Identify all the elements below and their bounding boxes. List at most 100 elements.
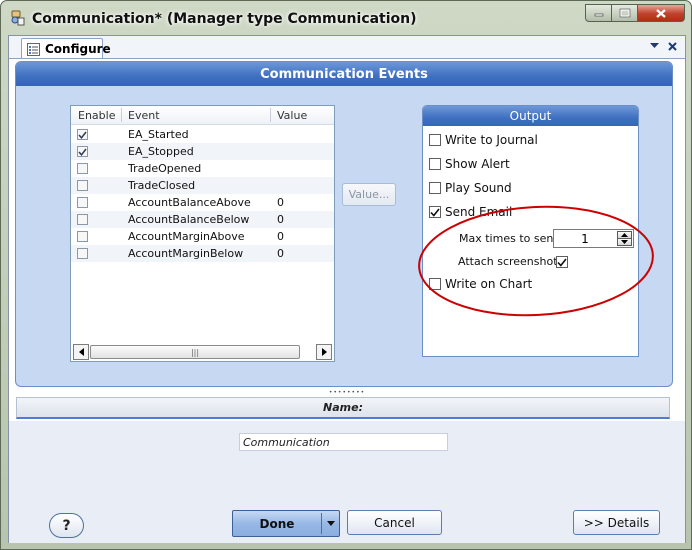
output-option-label: Send Email [445,205,513,219]
output-option-label: Write on Chart [445,277,533,291]
cancel-button[interactable]: Cancel [347,510,442,535]
output-option[interactable]: Play Sound [429,179,512,197]
output-option-label: Show Alert [445,157,510,171]
scroll-right-icon [321,348,327,356]
done-dropdown-arrow-icon[interactable] [322,511,340,536]
grid-header: Enable Event Value [71,106,334,125]
output-option-checkbox[interactable] [429,206,441,218]
output-panel-title: Output [423,106,638,126]
event-name: AccountBalanceBelow [128,213,250,226]
table-row[interactable]: TradeOpened [71,160,334,177]
column-header-enable[interactable]: Enable [78,109,115,122]
enable-checkbox[interactable] [77,197,88,208]
document-area: Communication Events Enable Event Value … [9,58,685,543]
scroll-grip: ||| [190,347,200,357]
scroll-left-button[interactable] [73,344,89,360]
arrow-up-icon [621,233,628,237]
splitter-grip[interactable]: •••••••• [9,389,685,395]
tab-strip: Configure [9,36,685,59]
enable-checkbox[interactable] [77,231,88,242]
app-icon [9,10,25,26]
output-panel: Output Write to Journal Show Alert Play So… [422,105,639,357]
table-row[interactable]: TradeClosed [71,177,334,194]
name-section-header: Name: [16,397,670,419]
window-title: Communication* (Manager type Communicati… [32,11,417,27]
checkmark-icon [557,258,567,267]
title-bar[interactable]: Communication* (Manager type Communicati… [1,1,691,35]
tab-label: Configure [45,42,111,56]
event-value[interactable]: 0 [277,213,284,226]
attach-screenshot-checkbox[interactable] [556,256,568,268]
max-times-spinner[interactable]: 1 [553,229,634,248]
event-value[interactable]: 0 [277,196,284,209]
attach-screenshot-label: Attach screenshot [458,255,558,268]
horizontal-scrollbar[interactable]: ||| [73,344,332,360]
client-area: Configure Communication Events Enable Ev… [8,35,686,543]
events-grid: Enable Event Value EA_Started EA_Stopped T… [70,105,335,362]
spin-down-button[interactable] [617,238,632,246]
table-row[interactable]: AccountBalanceAbove 0 [71,194,334,211]
done-button[interactable]: Done [232,510,340,537]
minimize-button[interactable] [585,4,612,22]
enable-checkbox[interactable] [77,180,88,191]
event-name: EA_Stopped [128,145,194,158]
events-panel-title: Communication Events [16,62,672,86]
checkmark-icon [78,131,87,139]
enable-checkbox[interactable] [77,248,88,259]
output-option-checkbox[interactable] [429,158,441,170]
close-icon [656,8,666,18]
tab-configure[interactable]: Configure [21,38,111,59]
max-times-label: Max times to send [459,232,561,245]
dropdown-arrow-icon[interactable] [649,40,659,52]
output-option[interactable]: Send Email [429,203,512,221]
enable-checkbox[interactable] [77,129,88,140]
enable-checkbox[interactable] [77,163,88,174]
table-row[interactable]: AccountMarginAbove 0 [71,228,334,245]
scroll-right-button[interactable] [316,344,332,360]
enable-checkbox[interactable] [77,214,88,225]
done-label[interactable]: Done [233,511,321,536]
event-value[interactable]: 0 [277,230,284,243]
close-button[interactable] [637,4,685,22]
name-input[interactable]: Communication [239,433,448,451]
communication-events-panel: Communication Events Enable Event Value … [15,61,673,387]
app-window: Communication* (Manager type Communicati… [0,0,692,550]
maximize-icon [619,8,630,18]
event-value[interactable]: 0 [277,247,284,260]
table-row[interactable]: AccountBalanceBelow 0 [71,211,334,228]
value-button[interactable]: Value... [342,183,396,206]
max-times-value[interactable]: 1 [554,232,616,246]
checkmark-icon [78,148,87,156]
scroll-left-icon [78,348,84,356]
event-name: TradeClosed [128,179,196,192]
column-divider[interactable] [121,108,122,122]
help-button[interactable]: ? [49,513,84,538]
arrow-down-icon [621,240,628,244]
output-option-checkbox[interactable] [429,134,441,146]
name-label: Name: [323,401,363,414]
output-option-checkbox[interactable] [429,182,441,194]
table-row[interactable]: EA_Stopped [71,143,334,160]
scroll-thumb[interactable]: ||| [90,345,300,359]
output-option-label: Play Sound [445,181,512,195]
maximize-button[interactable] [611,4,638,22]
table-row[interactable]: AccountMarginBelow 0 [71,245,334,262]
tab-close-icon[interactable] [667,40,677,52]
output-option-label: Write to Journal [445,133,538,147]
enable-checkbox[interactable] [77,146,88,157]
table-row[interactable]: EA_Started [71,126,334,143]
name-section: Communication ? Done Cancel >> Details [9,421,685,543]
configure-icon [27,42,40,56]
details-button[interactable]: >> Details [573,510,660,535]
checkmark-icon [430,208,440,217]
output-option[interactable]: Write on Chart [429,275,532,293]
event-name: TradeOpened [128,162,202,175]
column-header-event[interactable]: Event [128,109,160,122]
event-name: AccountMarginAbove [128,230,245,243]
event-name: EA_Started [128,128,189,141]
column-divider[interactable] [270,108,271,122]
output-option-checkbox[interactable] [429,278,441,290]
output-option[interactable]: Show Alert [429,155,510,173]
column-header-value[interactable]: Value [277,109,307,122]
output-option[interactable]: Write to Journal [429,131,538,149]
